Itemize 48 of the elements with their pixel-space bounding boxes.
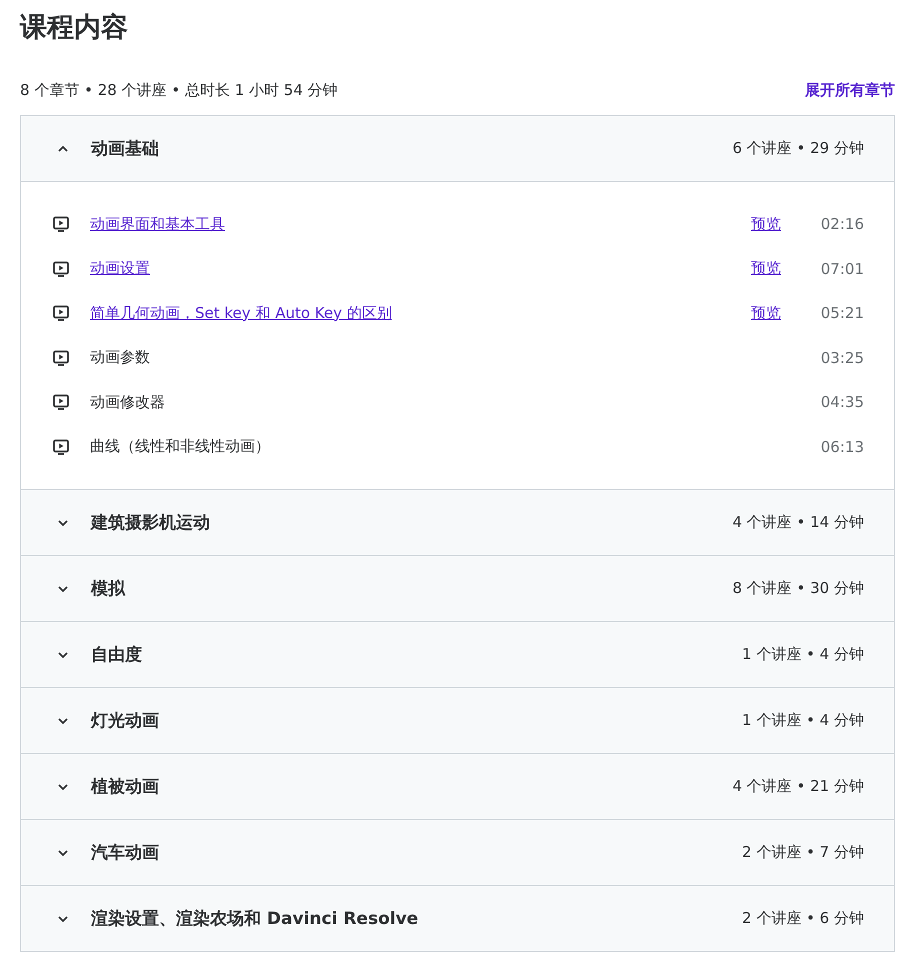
section-meta: 4 个讲座 • 14 分钟 — [732, 513, 864, 532]
section-header[interactable]: 植被动画 4 个讲座 • 21 分钟 — [21, 754, 894, 820]
lecture-title: 曲线（线性和非线性动画） — [90, 437, 271, 456]
section-title: 建筑摄影机运动 — [91, 512, 211, 534]
section-title: 渲染设置、渲染农场和 Davinci Resolve — [91, 908, 420, 930]
expand-all-link[interactable]: 展开所有章节 — [805, 80, 895, 100]
video-icon — [52, 438, 70, 456]
section-header[interactable]: 灯光动画 1 个讲座 • 4 分钟 — [21, 688, 894, 754]
page-title: 课程内容 — [20, 11, 129, 45]
video-icon — [52, 215, 70, 234]
video-icon — [52, 304, 70, 322]
section-title: 自由度 — [91, 644, 143, 666]
lecture-link[interactable]: 动画设置 — [90, 259, 751, 278]
section-header[interactable]: 汽车动画 2 个讲座 • 7 分钟 — [21, 820, 894, 886]
preview-link[interactable]: 预览 — [751, 304, 781, 323]
preview-link[interactable]: 预览 — [751, 259, 781, 278]
section-header[interactable]: 动画基础 6 个讲座 • 29 分钟 — [21, 116, 894, 182]
lecture-duration: 07:01 — [820, 260, 864, 278]
section-title: 灯光动画 — [91, 710, 160, 732]
section-title: 模拟 — [91, 578, 126, 600]
section-title: 动画基础 — [91, 138, 160, 160]
lecture-duration: 05:21 — [820, 304, 864, 322]
section-meta: 2 个讲座 • 7 分钟 — [742, 843, 864, 862]
section-meta: 1 个讲座 • 4 分钟 — [742, 711, 864, 730]
lecture-link[interactable]: 动画界面和基本工具 — [90, 214, 751, 234]
section-meta: 2 个讲座 • 6 分钟 — [742, 909, 864, 928]
section-meta: 6 个讲座 • 29 分钟 — [732, 139, 864, 158]
video-icon — [52, 260, 70, 278]
lecture-duration: 04:35 — [820, 393, 864, 412]
section-meta: 4 个讲座 • 21 分钟 — [732, 777, 864, 796]
lecture-duration: 06:13 — [820, 438, 864, 456]
lecture-title: 动画参数 — [90, 348, 151, 368]
preview-link[interactable]: 预览 — [751, 214, 781, 234]
section-title: 汽车动画 — [91, 842, 160, 864]
section-header[interactable]: 渲染设置、渲染农场和 Davinci Resolve 2 个讲座 • 6 分钟 — [21, 886, 894, 951]
section-title: 植被动画 — [91, 776, 160, 798]
video-icon — [52, 348, 70, 367]
lecture-duration: 03:25 — [820, 348, 864, 367]
section-header[interactable]: 建筑摄影机运动 4 个讲座 • 14 分钟 — [21, 490, 894, 556]
section-header[interactable]: 自由度 1 个讲座 • 4 分钟 — [21, 622, 894, 688]
lecture-title: 动画修改器 — [90, 392, 166, 412]
course-summary: 8 个章节 • 28 个讲座 • 总时长 1 小时 54 分钟 — [20, 80, 338, 100]
video-icon — [52, 393, 70, 412]
lecture-duration: 02:16 — [820, 215, 864, 234]
section-header[interactable]: 模拟 8 个讲座 • 30 分钟 — [21, 556, 894, 622]
section-meta: 8 个讲座 • 30 分钟 — [732, 579, 864, 598]
section-meta: 1 个讲座 • 4 分钟 — [742, 645, 864, 664]
lecture-link[interactable]: 简单几何动画，Set key 和 Auto Key 的区别 — [90, 304, 751, 323]
